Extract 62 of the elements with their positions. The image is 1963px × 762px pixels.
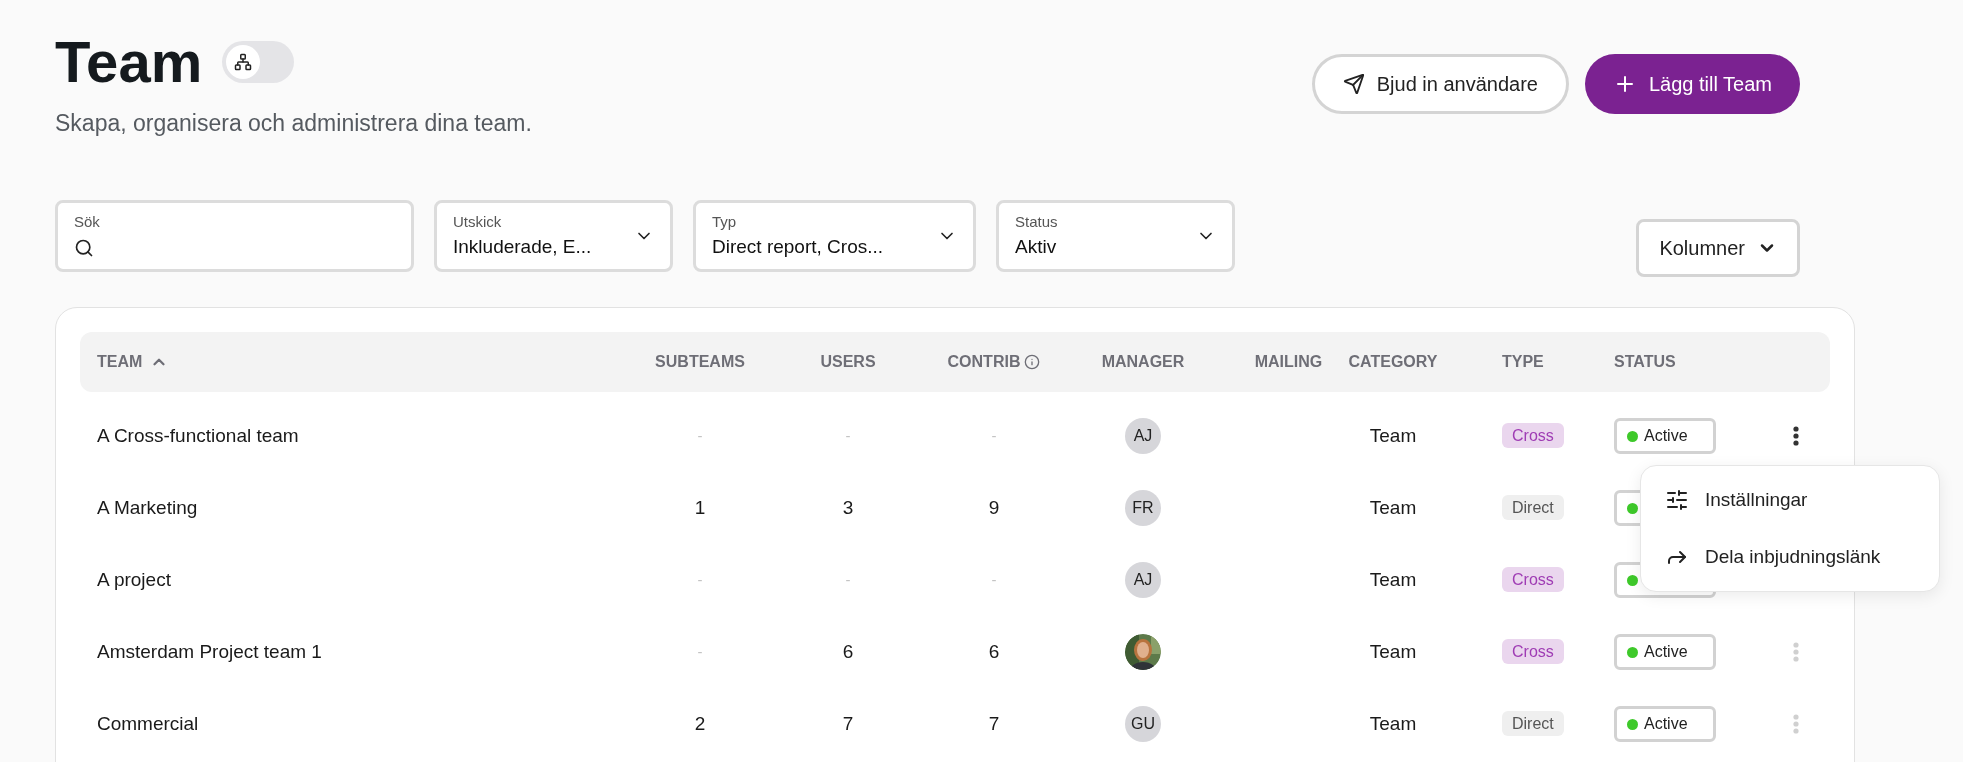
avatar: GU (1125, 706, 1161, 743)
table-cell-text: - (991, 570, 997, 591)
status-tag: Active (1614, 634, 1716, 671)
type-tag: Direct (1502, 495, 1564, 521)
column-header[interactable]: MANAGER (1101, 350, 1185, 375)
table-cell-text: 7 (988, 712, 1000, 737)
filter-dropdown[interactable]: Status Aktiv (996, 200, 1235, 273)
filter-dropdown[interactable]: Typ Direct report, Cros... (693, 200, 976, 273)
column-header[interactable]: USERS (820, 350, 876, 375)
team-name[interactable]: A project (97, 569, 171, 591)
column-header[interactable]: MAILING (1254, 350, 1323, 375)
table-cell-text: 6 (842, 640, 854, 665)
status-tag: Active (1614, 418, 1716, 455)
team-name[interactable]: A Cross-functional team (97, 425, 299, 447)
avatar: AJ (1125, 562, 1161, 599)
table-cell-text: 3 (842, 496, 854, 521)
type-tag: Cross (1502, 567, 1564, 593)
page-title: Team (55, 30, 203, 94)
table-cell-text: - (697, 426, 703, 447)
table-cell-text: 1 (694, 496, 706, 521)
table-cell-text: 7 (842, 712, 854, 737)
add-team-button[interactable]: Lägg till Team (1584, 54, 1800, 114)
paper-plane-icon (1342, 73, 1365, 95)
status-tag: Active (1614, 706, 1716, 743)
team-name[interactable]: Amsterdam Project team 1 (97, 641, 322, 663)
page-subtitle: Skapa, organisera och administrera dina team. (55, 108, 532, 138)
invite-button[interactable]: Bjud in användare (1311, 54, 1569, 114)
avatar: AJ (1125, 418, 1161, 455)
avatar: FR (1125, 490, 1161, 527)
columns-button[interactable]: Kolumner (1636, 219, 1800, 278)
table-cell-text: - (845, 426, 851, 447)
table-cell-text: - (991, 426, 997, 447)
table-cell-text: Team (1369, 568, 1417, 593)
table-cell-text: 2 (694, 712, 706, 737)
table-cell-text: 9 (988, 496, 1000, 521)
type-tag: Cross (1502, 639, 1564, 665)
table-cell-text: 6 (988, 640, 1000, 665)
table-cell-text: - (697, 642, 703, 663)
table-cell-text: Team (1369, 712, 1417, 737)
table-cell-text: - (697, 570, 703, 591)
menu-item[interactable]: Dela inbjudningslänk (1665, 542, 1915, 571)
type-tag: Direct (1502, 711, 1564, 737)
table-cell-text: Team (1369, 496, 1417, 521)
menu-item[interactable]: Inställningar (1665, 486, 1915, 515)
column-header[interactable]: CATEGORY (1348, 350, 1438, 375)
column-header[interactable]: TEAM (97, 350, 143, 375)
search-field[interactable]: Sök (55, 200, 414, 273)
table-cell-text: - (845, 570, 851, 591)
table-cell-text: Team (1369, 424, 1417, 449)
column-header[interactable]: TYPE (1502, 353, 1544, 371)
column-header[interactable]: CONTRIB (947, 350, 1021, 375)
sliders-icon (1665, 488, 1689, 513)
column-header[interactable]: STATUS (1614, 353, 1676, 371)
table-cell-text: Team (1369, 640, 1417, 665)
column-header[interactable]: SUBTEAMS (655, 350, 745, 375)
type-tag: Cross (1502, 423, 1564, 449)
view-toggle[interactable] (222, 40, 295, 83)
team-name[interactable]: Commercial (97, 713, 199, 735)
search-icon (74, 237, 94, 258)
org-chart-icon (234, 52, 253, 71)
team-name[interactable]: A Marketing (97, 497, 198, 519)
filter-dropdown[interactable]: Utskick Inkluderade, E... (434, 200, 673, 273)
